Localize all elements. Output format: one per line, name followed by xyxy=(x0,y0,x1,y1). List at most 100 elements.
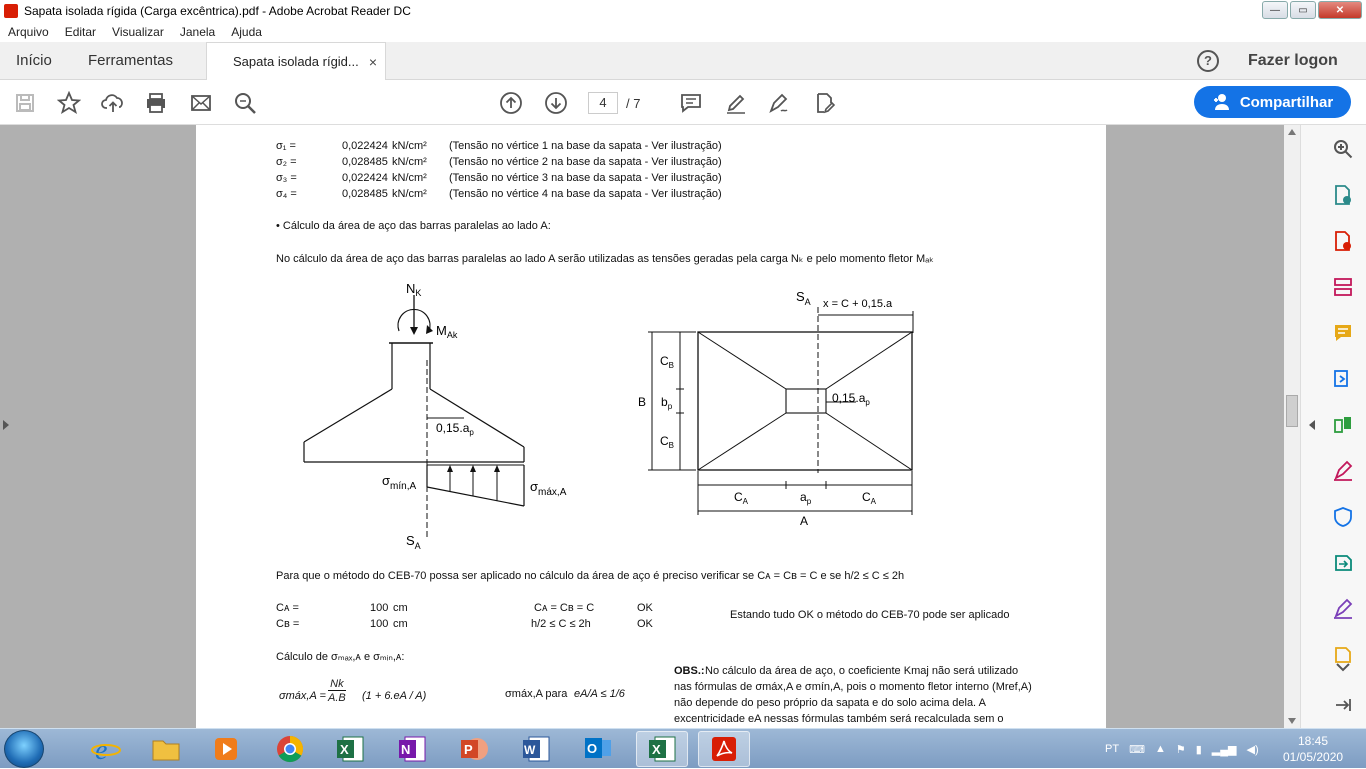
left-panel-toggle-icon[interactable] xyxy=(3,420,9,430)
volume-icon[interactable]: ◀) xyxy=(1247,743,1259,756)
protect-icon[interactable] xyxy=(1331,505,1355,529)
powerpoint-icon[interactable]: P xyxy=(448,731,500,767)
page-number-input[interactable]: 4 xyxy=(588,92,618,114)
export-pdf-icon[interactable] xyxy=(1331,183,1355,207)
print-icon[interactable] xyxy=(143,90,169,116)
clock[interactable]: 18:45 01/05/2020 xyxy=(1283,733,1343,765)
comment-icon[interactable] xyxy=(678,90,704,116)
fig2-b-label: B xyxy=(638,395,646,409)
obs-line: No cálculo da área de aço, o coeficiente… xyxy=(705,665,1019,677)
close-button[interactable]: ✕ xyxy=(1318,1,1362,19)
help-icon[interactable]: ? xyxy=(1197,50,1219,72)
scroll-thumb[interactable] xyxy=(1286,395,1298,427)
tab-document[interactable]: Sapata isolada rígid... × xyxy=(206,42,386,81)
media-icon[interactable] xyxy=(200,731,252,767)
comment-tool-icon[interactable] xyxy=(1331,321,1355,345)
tab-close-icon[interactable]: × xyxy=(369,43,377,81)
maximize-button[interactable]: ▭ xyxy=(1290,1,1316,19)
upload-icon[interactable] xyxy=(100,90,126,116)
right-panel-toggle-icon[interactable] xyxy=(1309,420,1315,430)
formula-rhs-cond: eA/A ≤ 1/6 xyxy=(574,688,625,700)
tab-document-label: Sapata isolada rígid... xyxy=(233,54,359,69)
start-button[interactable] xyxy=(4,730,44,768)
intro-paragraph: No cálculo da área de aço das barras par… xyxy=(276,253,934,265)
check-sym: Cᴀ = xyxy=(276,602,299,614)
page-up-icon[interactable] xyxy=(498,90,524,116)
language-indicator[interactable]: PT xyxy=(1105,743,1119,755)
chrome-icon[interactable] xyxy=(264,731,316,767)
explorer-icon[interactable] xyxy=(140,731,192,767)
network-icon[interactable]: ▂▄▆ xyxy=(1212,743,1237,756)
sign-icon[interactable] xyxy=(766,90,792,116)
footing-plan-figure: SA x = C + 0,15.a 0,15.ap B CB bp CB CA … xyxy=(638,289,914,525)
vertical-scrollbar[interactable] xyxy=(1284,125,1300,728)
ie-icon[interactable]: e xyxy=(80,731,132,767)
footing-elevation-figure: NK MAk 0,15.ap σmín,A σmáx,A SA xyxy=(303,281,567,551)
fig2-bp-label: bp xyxy=(661,395,673,411)
fig2-sa-label: SA xyxy=(796,289,811,307)
share-button[interactable]: Compartilhar xyxy=(1194,86,1351,118)
save-icon[interactable] xyxy=(12,90,38,116)
signature-icon[interactable] xyxy=(1331,597,1355,621)
compare-files-icon[interactable] xyxy=(1331,413,1355,437)
zoom-icon[interactable] xyxy=(1331,137,1355,161)
menu-arquivo[interactable]: Arquivo xyxy=(0,25,57,39)
combine-files-icon[interactable] xyxy=(1331,367,1355,391)
show-hidden-icon[interactable]: ▲ xyxy=(1155,743,1166,755)
page-total: / 7 xyxy=(626,95,641,111)
edit-icon[interactable] xyxy=(811,90,837,116)
mail-icon[interactable] xyxy=(188,90,214,116)
highlight-icon[interactable] xyxy=(723,90,749,116)
toolbar: 4 / 7 Compartilhar xyxy=(0,80,1366,125)
search-icon[interactable] xyxy=(232,90,258,116)
fig1-smin-label: σmín,A xyxy=(382,473,416,492)
svg-text:O: O xyxy=(587,741,597,756)
document-viewer[interactable]: σ₁ = 0,022424 kN/cm² (Tensão no vértice … xyxy=(0,125,1300,728)
star-icon[interactable] xyxy=(56,90,82,116)
fig1-mak-label: MAk xyxy=(436,323,458,340)
onenote-icon[interactable]: N xyxy=(386,731,438,767)
menu-janela[interactable]: Janela xyxy=(172,25,223,39)
fig2-cb-label: CB xyxy=(660,354,674,370)
obs-line: nas fórmulas de σmáx,A e σmín,A, pois o … xyxy=(674,681,1032,693)
stress-desc: (Tensão no vértice 3 na base da sapata -… xyxy=(449,172,722,184)
scroll-up-icon[interactable] xyxy=(1288,129,1296,135)
minimize-button[interactable]: — xyxy=(1262,1,1288,19)
chevron-down-icon[interactable] xyxy=(1331,659,1355,675)
obs-line: não depende do peso próprio da sapata e … xyxy=(674,697,986,709)
send-track-icon[interactable] xyxy=(1331,551,1355,575)
menu-ajuda[interactable]: Ajuda xyxy=(223,25,270,39)
excel-active-icon[interactable]: X xyxy=(636,731,688,767)
add-user-icon xyxy=(1213,94,1229,110)
fig2-offset-label: 0,15.ap xyxy=(832,391,870,407)
tab-home[interactable]: Início xyxy=(0,42,68,80)
fill-sign-icon[interactable] xyxy=(1331,459,1355,483)
check-val: 100 xyxy=(370,602,389,614)
fig1-offset-label: 0,15.ap xyxy=(436,421,474,437)
tab-tools[interactable]: Ferramentas xyxy=(72,42,189,80)
acrobat-app-icon xyxy=(4,4,18,18)
acrobat-icon[interactable] xyxy=(698,731,750,767)
battery-icon[interactable]: ▮ xyxy=(1196,743,1202,756)
word-icon[interactable]: W xyxy=(510,731,562,767)
title-bar: Sapata isolada rígida (Carga excêntrica)… xyxy=(0,0,1366,22)
fig2-ca-label: CA xyxy=(734,490,749,506)
page-down-icon[interactable] xyxy=(543,90,569,116)
scroll-down-icon[interactable] xyxy=(1288,718,1296,724)
organize-pages-icon[interactable] xyxy=(1331,275,1355,299)
stress-val: 0,028485 xyxy=(342,156,388,168)
check-unit: cm xyxy=(393,602,408,614)
check-cond: Cᴀ = Cʙ = C xyxy=(534,602,595,614)
menu-editar[interactable]: Editar xyxy=(57,25,104,39)
collapse-panel-icon[interactable] xyxy=(1331,693,1355,717)
keyboard-icon[interactable]: ⌨ xyxy=(1129,743,1145,756)
page-navigator: 4 / 7 xyxy=(588,92,640,114)
fig1-nk-label: NK xyxy=(406,281,421,298)
outlook-icon[interactable]: O xyxy=(572,731,624,767)
excel-icon[interactable]: X xyxy=(324,731,376,767)
login-button[interactable]: Fazer logon xyxy=(1248,42,1338,80)
flag-icon[interactable]: ⚑ xyxy=(1176,743,1186,756)
create-pdf-icon[interactable] xyxy=(1331,229,1355,253)
menu-visualizar[interactable]: Visualizar xyxy=(104,25,172,39)
stress-sym: σ₄ = xyxy=(276,188,297,200)
